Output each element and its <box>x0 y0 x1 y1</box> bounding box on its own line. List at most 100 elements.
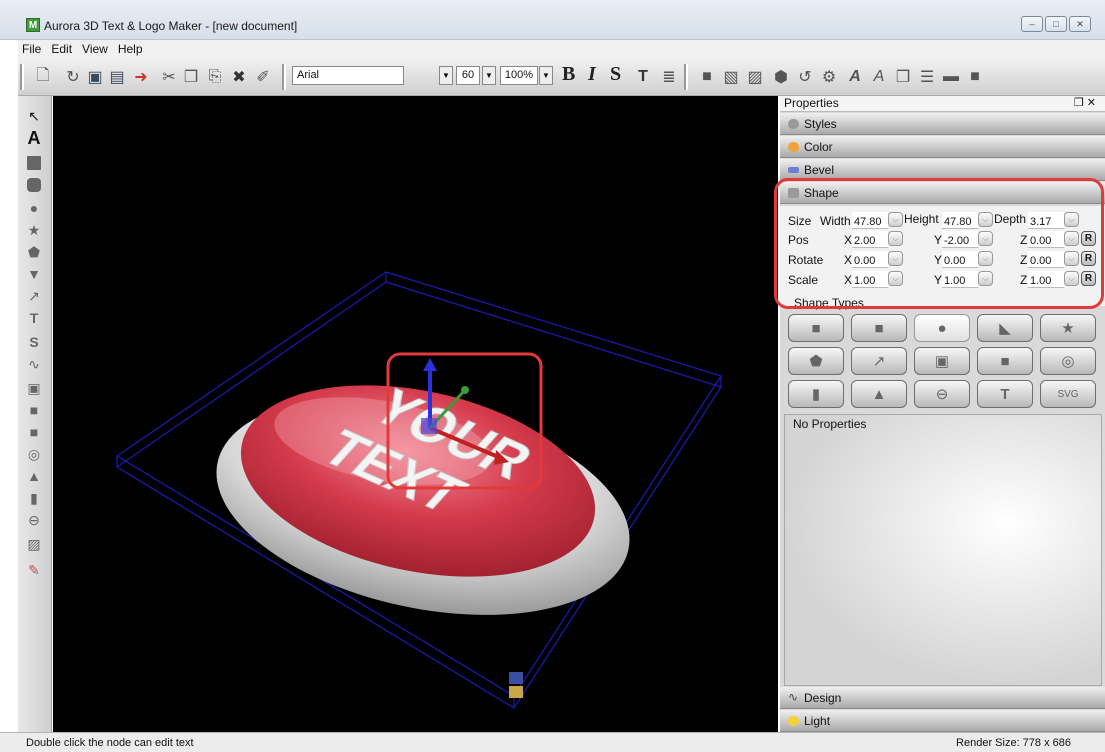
close-button[interactable]: ✕ <box>1069 16 1091 32</box>
design-icon: ∿ <box>788 690 799 704</box>
shape-cylinder-icon[interactable]: ▮ <box>788 380 844 408</box>
bevel-icon <box>788 167 799 173</box>
menu-edit[interactable]: Edit <box>51 42 72 56</box>
font-dropdown-arrow-icon[interactable]: ▼ <box>439 66 453 85</box>
shape-square-icon[interactable]: ■ <box>788 314 844 342</box>
shape-rounded-box-icon[interactable]: ■ <box>977 347 1033 375</box>
delete-icon[interactable]: ✖ <box>228 66 250 88</box>
text-box-icon[interactable]: ❐ <box>892 66 914 88</box>
select-arrow-icon[interactable]: ↖ <box>24 106 44 126</box>
shape-cone-icon[interactable]: ▲ <box>851 380 907 408</box>
size-dropdown-arrow-icon[interactable]: ▼ <box>482 66 496 85</box>
bevel-box-tool-icon[interactable]: ■ <box>24 400 44 420</box>
cut-icon[interactable]: ✂ <box>158 66 180 88</box>
node-handle <box>509 672 523 684</box>
title-bar: M Aurora 3D Text & Logo Maker - [new doc… <box>0 0 1105 40</box>
shape-arrow-icon[interactable]: ↗ <box>851 347 907 375</box>
ball-icon[interactable]: ▧ <box>720 66 742 88</box>
gear-icon[interactable]: ⚙ <box>818 66 840 88</box>
section-light[interactable]: Light <box>780 710 1105 732</box>
text-layout-icon[interactable]: T <box>632 66 654 88</box>
brush-icon[interactable]: ✐ <box>252 66 274 88</box>
toolbar-separator-2 <box>684 64 688 90</box>
shield-tool-icon[interactable]: ▼ <box>24 264 44 284</box>
square-tool-icon[interactable] <box>27 156 41 170</box>
shape-torus-icon[interactable]: ⊖ <box>914 380 970 408</box>
section-color[interactable]: Color <box>780 136 1105 158</box>
menu-file[interactable]: File <box>22 42 41 56</box>
shape-ring-icon[interactable]: ◎ <box>1040 347 1096 375</box>
pentagon-tool-icon[interactable]: ⬟ <box>24 242 44 262</box>
bold-button[interactable]: B <box>562 63 575 86</box>
shape-bevel-box-icon[interactable]: ▣ <box>914 347 970 375</box>
shape-svg-icon[interactable]: SVG <box>1040 380 1096 408</box>
box-icon[interactable]: ⬢ <box>770 66 792 88</box>
image-tool-icon[interactable]: ▣ <box>24 378 44 398</box>
shape-star-icon[interactable]: ★ <box>1040 314 1096 342</box>
font-size-select[interactable]: 60 <box>456 66 480 85</box>
picture-tool-icon[interactable]: ▨ <box>24 534 44 554</box>
section-design[interactable]: ∿ Design <box>780 687 1105 709</box>
shape-rounded-corner-icon[interactable]: ◣ <box>977 314 1033 342</box>
menu-view[interactable]: View <box>82 42 108 56</box>
italic-button[interactable]: I <box>588 63 596 86</box>
svg-tool-icon[interactable]: S <box>24 332 44 352</box>
cone-tool-icon[interactable]: ▲ <box>24 466 44 486</box>
main-toolbar: 🗋 ↻ ▣ ▤ ➜ ✂ ❐ ⎘ ✖ ✐ Arial ▼ 60 ▼ 100% ▼ … <box>18 58 1105 96</box>
background-icon[interactable]: ■ <box>964 66 986 88</box>
brush-tool-icon[interactable]: ✎ <box>24 560 44 580</box>
rounded-box-tool-icon[interactable]: ■ <box>24 422 44 442</box>
cylinder-tool-icon[interactable]: ▮ <box>24 488 44 508</box>
shape-text-icon[interactable]: T <box>977 380 1033 408</box>
cube-icon[interactable]: ■ <box>696 66 718 88</box>
panel-float-close-icon[interactable]: ❐✕ <box>1074 96 1099 111</box>
layers-icon[interactable]: ☰ <box>916 66 938 88</box>
ring-tool-icon[interactable]: ◎ <box>24 444 44 464</box>
torus-tool-icon[interactable]: ⊖ <box>24 510 44 530</box>
properties-panel: Properties ❐✕ Styles Color Bevel Shape S… <box>774 96 1105 732</box>
paste-icon[interactable]: ⎘ <box>204 66 226 88</box>
shape-pentagon-icon[interactable]: ⬟ <box>788 347 844 375</box>
arrow-tool-icon[interactable]: ↗ <box>24 286 44 306</box>
text-block-tool-icon[interactable]: T <box>24 308 44 328</box>
new-document-icon[interactable]: 🗋 <box>32 66 54 88</box>
minimize-button[interactable]: – <box>1021 16 1043 32</box>
app-logo-icon: M <box>26 18 40 32</box>
zoom-select[interactable]: 100% <box>500 66 538 85</box>
no-properties-area: No Properties <box>784 414 1102 686</box>
shape-circle-icon[interactable]: ● <box>914 314 970 342</box>
export-icon[interactable]: ➜ <box>130 66 152 88</box>
properties-title: Properties <box>784 96 839 110</box>
text-a-icon[interactable]: A <box>844 66 866 88</box>
maximize-button[interactable]: □ <box>1045 16 1067 32</box>
menu-bar: File Edit View Help <box>18 40 1105 58</box>
open-icon[interactable]: ↻ <box>62 66 84 88</box>
status-bar: Double click the node can edit text Rend… <box>0 732 1105 752</box>
refresh-icon[interactable]: ↺ <box>794 66 816 88</box>
light-icon[interactable]: ▬ <box>940 66 962 88</box>
bulb-icon <box>788 716 799 726</box>
save-as-icon[interactable]: ▤ <box>106 66 128 88</box>
copy-icon[interactable]: ❐ <box>180 66 202 88</box>
text-tool-icon[interactable]: A <box>24 128 44 148</box>
3d-viewport[interactable]: YOUR TEXT <box>53 96 778 732</box>
shape-types-grid: ■ ■ ● ◣ ★ ⬟ ↗ ▣ ■ ◎ ▮ ▲ ⊖ T SVG <box>786 314 1103 410</box>
rounded-rect-tool-icon[interactable] <box>27 178 41 192</box>
texture-icon[interactable]: ▨ <box>744 66 766 88</box>
chevrons-icon[interactable]: ≣ <box>658 66 680 88</box>
star-tool-icon[interactable]: ★ <box>24 220 44 240</box>
save-icon[interactable]: ▣ <box>84 66 106 88</box>
curve-tool-icon[interactable]: ∿ <box>24 354 44 374</box>
tool-palette: ↖ A ● ★ ⬟ ▼ ↗ T S ∿ ▣ ■ ■ ◎ ▲ ▮ ⊖ ▨ ✎ <box>18 96 52 732</box>
section-styles[interactable]: Styles <box>780 113 1105 135</box>
palette-icon <box>788 142 799 152</box>
zoom-dropdown-arrow-icon[interactable]: ▼ <box>539 66 553 85</box>
shape-highlight-box <box>774 178 1104 309</box>
font-family-select[interactable]: Arial <box>292 66 404 85</box>
toolbar-grip[interactable] <box>20 64 24 90</box>
text-outline-icon[interactable]: A <box>868 66 890 88</box>
menu-help[interactable]: Help <box>118 42 143 56</box>
shadow-button[interactable]: S <box>610 63 621 86</box>
shape-rounded-square-icon[interactable]: ■ <box>851 314 907 342</box>
circle-tool-icon[interactable]: ● <box>24 198 44 218</box>
